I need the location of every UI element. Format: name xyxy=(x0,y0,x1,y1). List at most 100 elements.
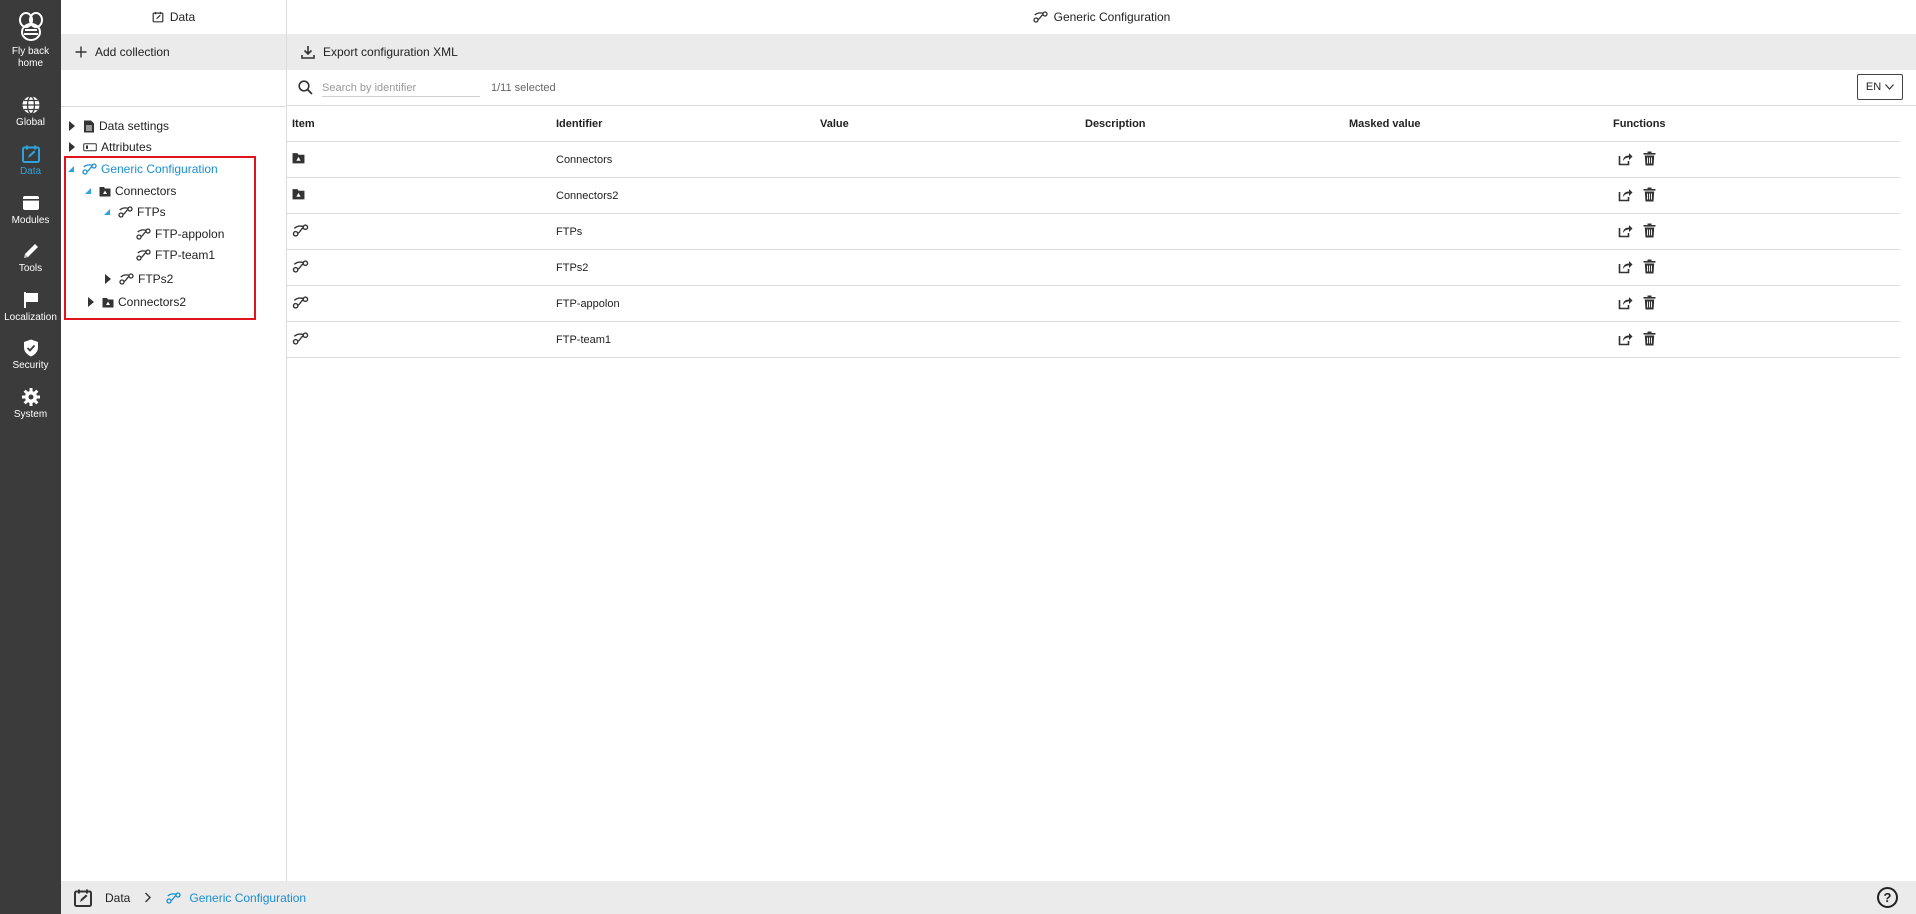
rail-item-localization[interactable]: Localization xyxy=(0,290,61,324)
add-collection-button[interactable]: Add collection xyxy=(75,45,170,59)
trash-icon[interactable] xyxy=(1643,259,1656,274)
edit-share-icon[interactable] xyxy=(1618,223,1633,238)
rail-item-system[interactable]: System xyxy=(0,387,61,421)
config-link-icon xyxy=(292,332,309,345)
row-functions xyxy=(1618,259,1656,274)
flag-icon xyxy=(23,292,38,308)
pencil-icon xyxy=(23,244,38,258)
row-functions xyxy=(1618,223,1656,238)
row-identifier: FTP-appolon xyxy=(556,298,620,310)
selected-count: 1/11 selected xyxy=(491,82,556,94)
rail-item-tools[interactable]: Tools xyxy=(0,241,61,275)
column-header-functions: Functions xyxy=(1613,118,1666,130)
edit-share-icon[interactable] xyxy=(1618,295,1633,310)
table-row[interactable]: Connectors xyxy=(287,142,1900,178)
gear-icon xyxy=(21,388,40,406)
table-row[interactable]: FTPs xyxy=(287,214,1900,250)
data-calendar-icon xyxy=(74,889,92,907)
chevron-right-icon xyxy=(145,892,152,903)
trash-icon[interactable] xyxy=(1643,223,1656,238)
rail-label-localization: Localization xyxy=(4,312,57,323)
column-header-identifier: Identifier xyxy=(556,118,603,130)
row-identifier: Connectors xyxy=(556,154,613,166)
left-pane-title-text: Data xyxy=(169,10,196,24)
trash-icon[interactable] xyxy=(1643,295,1656,310)
table-row[interactable]: FTP-team1 xyxy=(287,322,1900,358)
fly-back-home-label-2: home xyxy=(17,58,43,69)
document-icon xyxy=(84,120,94,132)
tree-node-attributes[interactable]: Attributes xyxy=(69,140,152,154)
row-identifier: Connectors2 xyxy=(556,190,619,202)
search-input[interactable] xyxy=(322,79,480,97)
tree-highlight-box xyxy=(64,156,256,320)
config-link-icon xyxy=(292,296,309,309)
row-identifier: FTPs2 xyxy=(556,262,589,274)
edit-share-icon[interactable] xyxy=(1618,331,1633,346)
rail-label-system: System xyxy=(13,409,48,420)
table-header: Item Identifier Value Description Masked… xyxy=(287,106,1900,142)
shield-icon xyxy=(23,339,38,357)
edit-share-icon[interactable] xyxy=(1618,187,1633,202)
add-collection-label: Add collection xyxy=(95,45,170,59)
table-row[interactable]: FTPs2 xyxy=(287,250,1900,286)
row-identifier: FTP-team1 xyxy=(556,334,612,346)
rail-item-global[interactable]: Global xyxy=(0,95,61,129)
config-link-icon xyxy=(1032,11,1048,23)
search-icon xyxy=(298,80,313,98)
tree-label: Data settings xyxy=(99,119,170,133)
breadcrumb-root[interactable]: Data xyxy=(105,891,130,905)
row-functions xyxy=(1618,151,1656,166)
fly-back-home-label-1: Fly back xyxy=(11,46,50,57)
right-pane-title-text: Generic Configuration xyxy=(1053,10,1171,24)
rail-label-data: Data xyxy=(19,166,42,177)
left-pane-divider xyxy=(61,106,286,107)
column-header-value: Value xyxy=(820,118,849,130)
tree-node-data-settings[interactable]: Data settings xyxy=(69,119,169,133)
trash-icon[interactable] xyxy=(1643,331,1656,346)
language-select[interactable]: EN xyxy=(1857,74,1903,100)
column-header-item: Item xyxy=(292,118,315,130)
trash-icon[interactable] xyxy=(1643,151,1656,166)
expand-caret-icon[interactable] xyxy=(69,142,75,152)
tree-label: Attributes xyxy=(101,140,152,154)
edit-share-icon[interactable] xyxy=(1618,259,1633,274)
data-calendar-icon xyxy=(152,11,164,23)
help-icon: ? xyxy=(1883,890,1892,905)
expand-caret-icon[interactable] xyxy=(69,121,75,131)
breadcrumb-current[interactable]: Generic Configuration xyxy=(189,891,306,905)
folder-icon xyxy=(292,153,305,164)
configuration-table: Item Identifier Value Description Masked… xyxy=(287,106,1900,358)
trash-icon[interactable] xyxy=(1643,187,1656,202)
chevron-down-icon xyxy=(1885,84,1895,90)
right-pane-title: Generic Configuration xyxy=(287,0,1916,34)
main-nav-rail: Fly back home Global Data Modules Tools … xyxy=(0,0,61,914)
download-icon xyxy=(301,46,315,59)
left-toolbar: Add collection xyxy=(61,34,286,70)
row-functions xyxy=(1618,187,1656,202)
right-toolbar: Export configuration XML xyxy=(287,34,1916,70)
data-tree-pane: Data Add collection Data settings Attrib… xyxy=(61,0,287,881)
config-link-icon xyxy=(166,891,182,904)
fly-back-home-button[interactable]: Fly back home xyxy=(0,10,61,70)
plus-icon xyxy=(75,46,87,58)
table-row[interactable]: FTP-appolon xyxy=(287,286,1900,322)
column-header-description: Description xyxy=(1085,118,1146,130)
rail-label-tools: Tools xyxy=(18,263,43,274)
language-value: EN xyxy=(1865,81,1882,93)
left-pane-title: Data xyxy=(61,0,286,34)
rail-item-security[interactable]: Security xyxy=(0,338,61,372)
export-label: Export configuration XML xyxy=(323,45,458,59)
configuration-pane: Generic Configuration Export configurati… xyxy=(287,0,1916,881)
table-row[interactable]: Connectors2 xyxy=(287,178,1900,214)
breadcrumb: Data Generic Configuration ? xyxy=(61,881,1916,914)
rail-label-security: Security xyxy=(12,360,49,371)
help-button[interactable]: ? xyxy=(1877,887,1898,908)
row-functions xyxy=(1618,331,1656,346)
folder-icon xyxy=(292,189,305,200)
modules-icon xyxy=(22,196,39,210)
edit-share-icon[interactable] xyxy=(1618,151,1633,166)
export-configuration-xml-button[interactable]: Export configuration XML xyxy=(301,45,458,59)
rail-item-data[interactable]: Data xyxy=(0,144,61,178)
config-link-icon xyxy=(292,224,309,237)
rail-item-modules[interactable]: Modules xyxy=(0,193,61,227)
